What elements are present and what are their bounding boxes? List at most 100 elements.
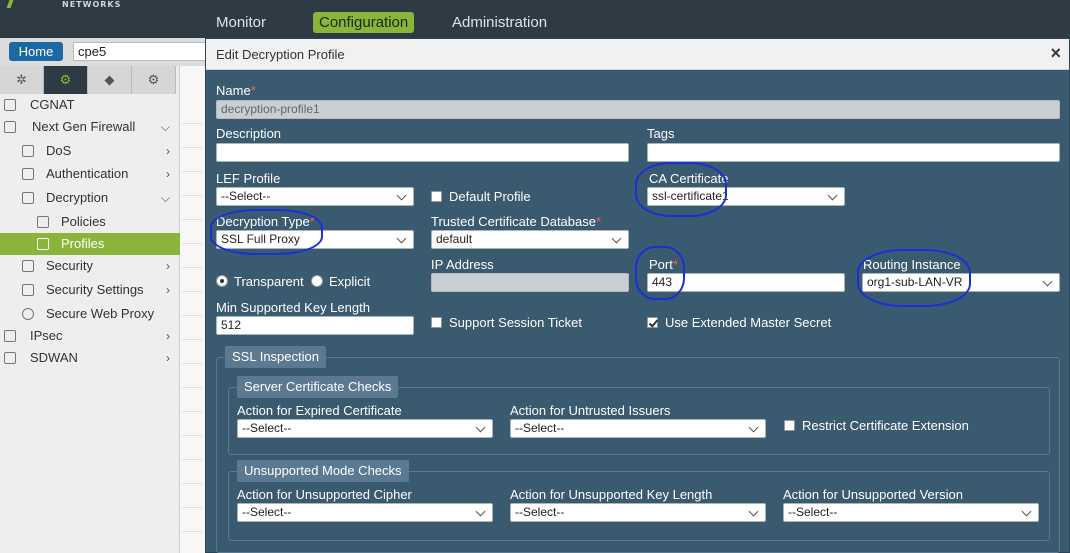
sidebar-item-security[interactable]: Security › [0, 255, 180, 277]
unsupported-key-length-select[interactable]: --Select-- [510, 503, 766, 522]
sidebar-item-secure-web-proxy[interactable]: Secure Web Proxy [0, 303, 180, 325]
sidebar-item-dos[interactable]: DoS › [0, 140, 180, 162]
sidebar-item-label: Decryption [46, 190, 109, 205]
nav-tab-configuration[interactable]: Configuration [313, 12, 415, 33]
min-key-length-field[interactable]: 512 [216, 316, 414, 335]
sidebar-item-label: Policies [61, 214, 106, 229]
transparent-label: Transparent [234, 274, 304, 289]
chevron-right-icon: › [166, 283, 170, 297]
unsupported-key-length-label: Action for Unsupported Key Length [510, 487, 713, 502]
name-label: Name* [216, 83, 256, 98]
expired-cert-select[interactable]: --Select-- [237, 419, 493, 438]
unsupported-cipher-select[interactable]: --Select-- [237, 503, 493, 522]
support-session-ticket-checkbox[interactable] [431, 317, 442, 328]
sdwan-icon [4, 352, 16, 364]
nav-tab-administration[interactable]: Administration [446, 12, 553, 33]
explicit-label: Explicit [329, 274, 371, 289]
lef-profile-select[interactable]: --Select-- [216, 187, 414, 206]
chevron-down-icon [828, 188, 838, 205]
chevron-down-icon: ⌵ [160, 191, 170, 205]
untrusted-issuers-label: Action for Untrusted Issuers [510, 403, 671, 418]
sidebar-tabs: ✲ ⚙ ◆ ⚙ [0, 66, 180, 94]
unsupported-cipher-label: Action for Unsupported Cipher [237, 487, 412, 502]
support-session-ticket-label: Support Session Ticket [449, 315, 582, 330]
chevron-down-icon [749, 420, 759, 437]
tags-label: Tags [647, 126, 675, 141]
expired-cert-value: --Select-- [242, 421, 292, 435]
ip-address-label: IP Address [431, 257, 494, 272]
unsupported-version-label: Action for Unsupported Version [783, 487, 963, 502]
sidebar-item-profiles[interactable]: Profiles [0, 233, 180, 255]
description-field[interactable] [216, 143, 629, 162]
unsupported-version-select[interactable]: --Select-- [783, 503, 1039, 522]
explicit-radio[interactable] [311, 275, 323, 287]
chevron-right-icon: › [166, 329, 170, 343]
restrict-cert-extension-label: Restrict Certificate Extension [802, 418, 969, 433]
chevron-down-icon [1043, 274, 1053, 291]
transparent-radio[interactable] [216, 275, 228, 287]
lock-icon [22, 192, 34, 204]
device-selector[interactable]: cpe5 [73, 42, 213, 61]
sidebar-item-cgnat[interactable]: CGNAT [0, 94, 180, 116]
gear-icon[interactable]: ⚙ [44, 66, 88, 94]
sidebar-item-label: Next Gen Firewall [32, 119, 136, 134]
network-icon[interactable]: ✲ [0, 66, 44, 94]
profiles-icon [37, 238, 49, 250]
close-icon[interactable]: × [1050, 43, 1061, 64]
globe-icon [22, 308, 34, 320]
annotation-circle-decryption-type [210, 209, 323, 255]
chevron-right-icon: › [166, 167, 170, 181]
dialog-title: Edit Decryption Profile [216, 47, 345, 62]
trusted-cert-db-label: Trusted Certificate Database* [431, 214, 602, 229]
min-key-length-label: Min Supported Key Length [216, 300, 370, 315]
cgnat-icon [4, 99, 16, 111]
sidebar-item-sdwan[interactable]: SDWAN › [0, 347, 180, 369]
default-profile-label: Default Profile [449, 189, 531, 204]
sidebar-item-security-settings[interactable]: Security Settings › [0, 279, 180, 301]
home-button[interactable]: Home [9, 42, 63, 61]
sidebar-item-label: Secure Web Proxy [46, 306, 155, 321]
edit-decryption-profile-dialog: Edit Decryption Profile × Name* decrypti… [205, 38, 1070, 553]
sidebar-item-decryption[interactable]: Decryption ⌵ [0, 187, 180, 209]
trusted-cert-db-select[interactable]: default [431, 230, 629, 249]
chevron-down-icon [397, 188, 407, 205]
settings-globe-icon[interactable]: ⚙ [132, 66, 176, 94]
description-label: Description [216, 126, 282, 141]
chevron-right-icon: › [166, 144, 170, 158]
chevron-down-icon [612, 231, 622, 248]
trusted-cert-db-value: default [436, 232, 473, 246]
name-field[interactable]: decryption-profile1 [216, 100, 1060, 119]
unsupported-key-length-value: --Select-- [515, 505, 565, 519]
restrict-cert-extension-checkbox[interactable] [784, 420, 795, 431]
sidebar-item-label: Authentication [46, 166, 129, 181]
security-icon [22, 260, 34, 272]
sidebar-item-label: Profiles [61, 236, 105, 251]
untrusted-issuers-select[interactable]: --Select-- [510, 419, 766, 438]
shield-icon [22, 284, 34, 296]
chevron-down-icon: ⌵ [160, 120, 170, 134]
chevron-down-icon [1022, 504, 1032, 521]
dialog-header: Edit Decryption Profile × [206, 39, 1069, 70]
sidebar: ✲ ⚙ ◆ ⚙ CGNAT Next Gen Firewall ⌵ DoS › … [0, 66, 180, 553]
annotation-circle-port [635, 246, 685, 300]
chevron-right-icon: › [166, 351, 170, 365]
lef-profile-value: --Select-- [221, 189, 271, 203]
top-nav-bar: NETWORKS Monitor Configuration Administr… [0, 0, 1070, 38]
use-extended-master-secret-label: Use Extended Master Secret [665, 315, 832, 330]
chevron-right-icon: › [166, 259, 170, 273]
ip-address-field[interactable] [431, 273, 629, 292]
nav-tab-monitor[interactable]: Monitor [210, 12, 272, 33]
sidebar-item-policies[interactable]: Policies [0, 211, 180, 233]
sidebar-item-ipsec[interactable]: IPsec › [0, 325, 180, 347]
expired-cert-label: Action for Expired Certificate [237, 403, 402, 418]
lef-profile-label: LEF Profile [216, 171, 281, 186]
annotation-circle-routing-instance [857, 249, 971, 307]
sidebar-item-label: CGNAT [30, 97, 75, 112]
tags-field[interactable] [647, 143, 1060, 162]
sidebar-item-label: Security [46, 258, 93, 273]
default-profile-checkbox[interactable] [431, 191, 442, 202]
use-extended-master-secret-checkbox[interactable] [647, 317, 658, 328]
sidebar-item-next-gen-firewall[interactable]: Next Gen Firewall ⌵ [0, 116, 180, 138]
cube-icon[interactable]: ◆ [88, 66, 132, 94]
sidebar-item-authentication[interactable]: Authentication › [0, 163, 180, 185]
